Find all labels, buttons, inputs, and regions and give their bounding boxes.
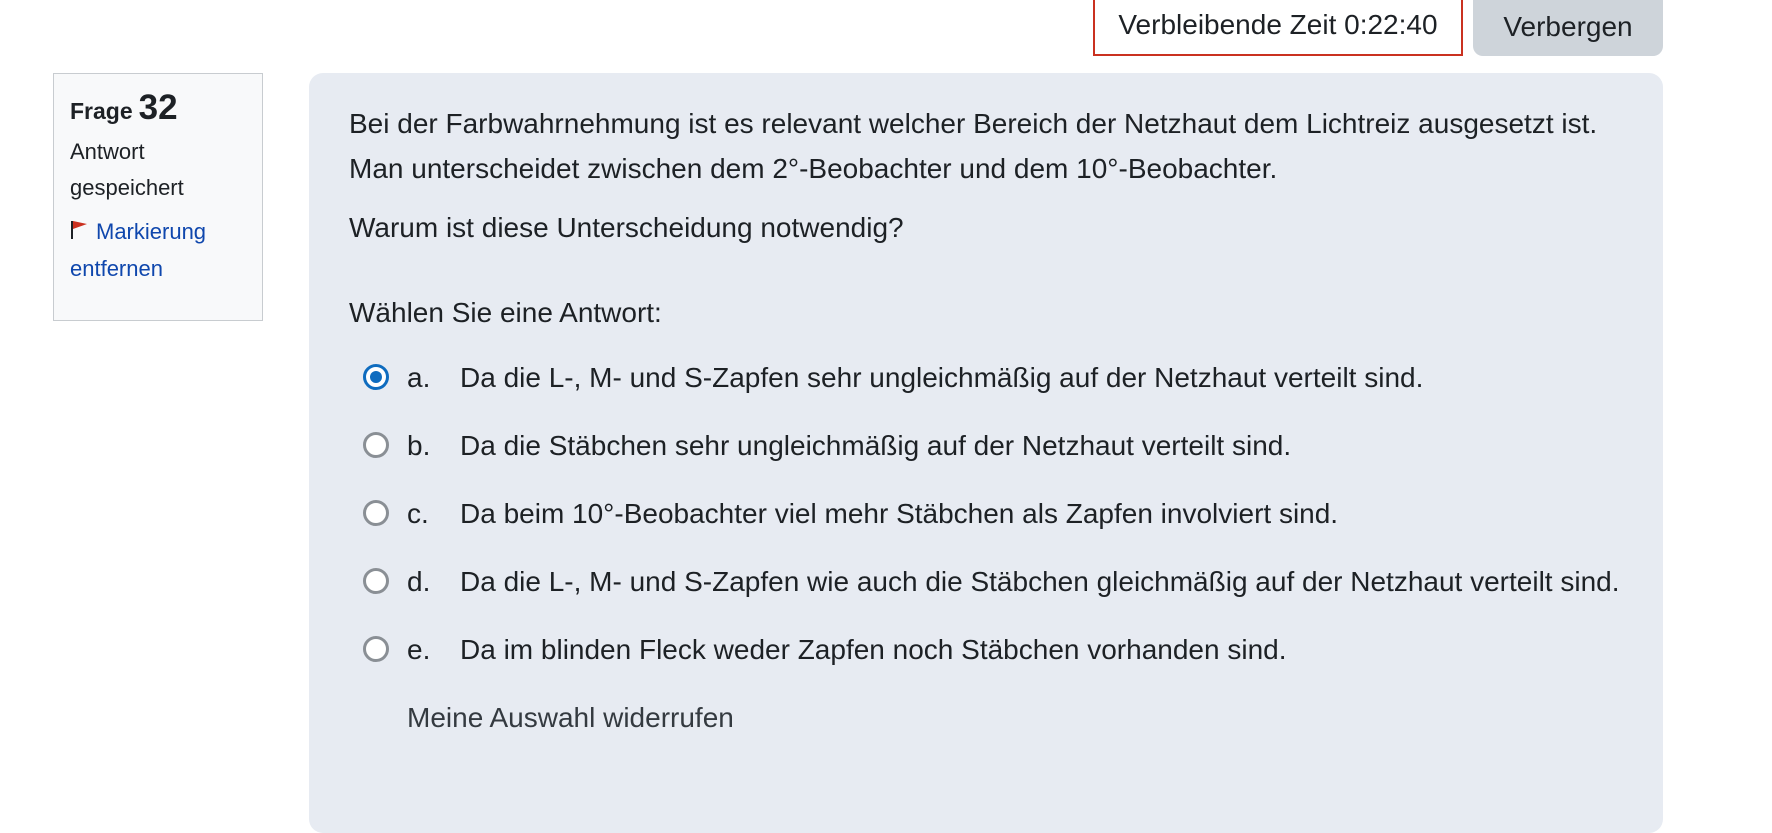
answer-text[interactable]: Da die L-, M- und S-Zapfen sehr ungleich… [460,355,1623,400]
radio-b[interactable] [363,432,389,458]
timer-display: Verbleibende Zeit 0:22:40 [1093,0,1463,56]
question-content: Bei der Farbwahrnehmung ist es relevant … [309,73,1663,833]
flag-icon [70,215,88,251]
question-text-ask: Warum ist diese Unterscheidung notwendig… [349,212,904,243]
clear-choice-link[interactable]: Meine Auswahl widerrufen [407,695,1623,740]
answer-text[interactable]: Da die Stäbchen sehr ungleichmäßig auf d… [460,423,1623,468]
radio-c[interactable] [363,500,389,526]
answer-list: a. Da die L-, M- und S-Zapfen sehr ungle… [349,355,1623,672]
answer-letter: d. [407,566,431,597]
timer-text: Verbleibende Zeit 0:22:40 [1118,9,1438,40]
answer-text[interactable]: Da im blinden Fleck weder Zapfen noch St… [460,627,1623,672]
question-info-panel: Frage 32 Antwort gespeichert Markierung … [53,73,263,321]
radio-a[interactable] [363,364,389,390]
question-text-intro: Bei der Farbwahrnehmung ist es relevant … [349,108,1598,184]
answer-option-a[interactable]: a. Da die L-, M- und S-Zapfen sehr ungle… [349,355,1623,400]
remove-flag-label[interactable]: Markierung entfernen [70,219,206,281]
question-number-value: 32 [138,88,178,127]
answer-option-c[interactable]: c. Da beim 10°-Beobachter viel mehr Stäb… [349,491,1623,536]
radio-e[interactable] [363,636,389,662]
question-number: Frage 32 [70,88,246,128]
answer-letter: b. [407,430,431,461]
answer-option-e[interactable]: e. Da im blinden Fleck weder Zapfen noch… [349,627,1623,672]
answer-letter: a. [407,362,431,393]
answer-prompt: Wählen Sie eine Antwort: [349,297,662,328]
answer-option-b[interactable]: b. Da die Stäbchen sehr ungleichmäßig au… [349,423,1623,468]
hide-timer-button[interactable]: Verbergen [1473,0,1663,56]
answer-option-d[interactable]: d. Da die L-, M- und S-Zapfen wie auch d… [349,559,1623,604]
question-label: Frage [70,98,133,124]
answer-letter: c. [407,498,429,529]
question-text: Bei der Farbwahrnehmung ist es relevant … [349,101,1623,250]
answer-letter: e. [407,634,431,665]
answer-text[interactable]: Da beim 10°-Beobachter viel mehr Stäbche… [460,491,1623,536]
answer-text[interactable]: Da die L-, M- und S-Zapfen wie auch die … [460,559,1623,604]
remove-flag-link[interactable]: Markierung entfernen [70,214,246,287]
radio-d[interactable] [363,568,389,594]
question-state: Antwort gespeichert [70,139,184,200]
